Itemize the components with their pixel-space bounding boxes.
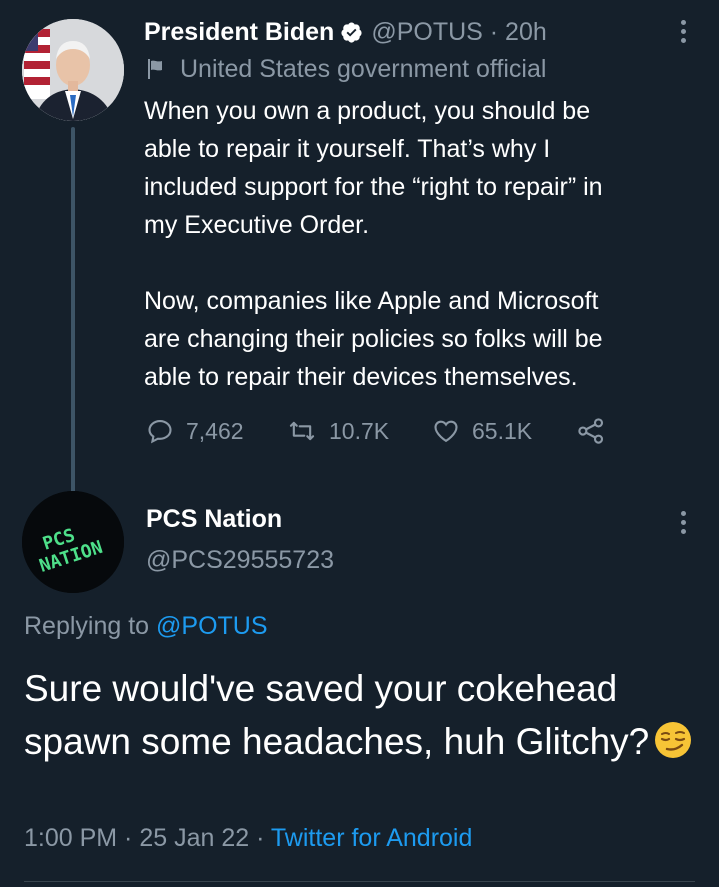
reply-author-handle[interactable]: @PCS29555723	[146, 546, 334, 575]
reply-tweet-text: Sure would've saved your cokehead spawn …	[24, 662, 704, 768]
retweet-icon	[289, 421, 315, 441]
reply-count: 7,462	[186, 417, 244, 444]
like-icon	[434, 420, 458, 443]
like-count: 65.1K	[472, 417, 533, 444]
tweet-actions: 7,462 10.7K 65.1K	[146, 411, 618, 451]
replying-to-line: Replying to @POTUS	[24, 612, 268, 641]
government-label-text: United States government official	[180, 54, 547, 83]
retweet-button[interactable]: 10.7K	[287, 417, 432, 445]
avatar-president-biden[interactable]	[22, 19, 124, 121]
source-link[interactable]: Twitter for Android	[271, 824, 472, 852]
reply-author-name[interactable]: PCS Nation	[146, 505, 282, 534]
more-icon[interactable]	[671, 507, 695, 537]
parent-header: President Biden @POTUS · 20h	[144, 14, 547, 50]
more-icon[interactable]	[671, 16, 695, 46]
divider	[24, 881, 695, 882]
reply-text: Sure would've saved your cokehead spawn …	[24, 668, 650, 762]
avatar-pcs-nation[interactable]: PCS NATION	[22, 491, 124, 593]
smirking-face-emoji-icon	[653, 720, 693, 760]
reply-icon	[148, 420, 172, 444]
handle-and-time[interactable]: @POTUS · 20h	[371, 18, 546, 47]
retweet-count: 10.7K	[329, 417, 390, 444]
timestamp[interactable]: 1:00 PM · 25 Jan 22 ·	[24, 824, 271, 852]
reply-button[interactable]: 7,462	[146, 417, 287, 445]
tweet-meta: 1:00 PM · 25 Jan 22 · Twitter for Androi…	[24, 824, 472, 853]
tweet-paragraph-2: Now, companies like Apple and Microsoft …	[144, 287, 603, 391]
replying-to-mention[interactable]: @POTUS	[156, 612, 268, 640]
like-button[interactable]: 65.1K	[432, 417, 576, 445]
author-name[interactable]: President Biden	[144, 18, 334, 47]
share-button[interactable]	[576, 416, 618, 446]
tweet-paragraph-1: When you own a product, you should be ab…	[144, 97, 603, 239]
thread-connector-line	[71, 127, 75, 494]
replying-prefix: Replying to	[24, 612, 150, 640]
tweet-thread: President Biden @POTUS · 20h United Stat…	[0, 0, 719, 887]
flag-icon	[148, 59, 162, 79]
government-label: United States government official	[144, 53, 546, 85]
verified-badge-icon	[340, 21, 363, 44]
share-icon	[578, 418, 604, 444]
parent-tweet-text: When you own a product, you should be ab…	[144, 92, 704, 396]
